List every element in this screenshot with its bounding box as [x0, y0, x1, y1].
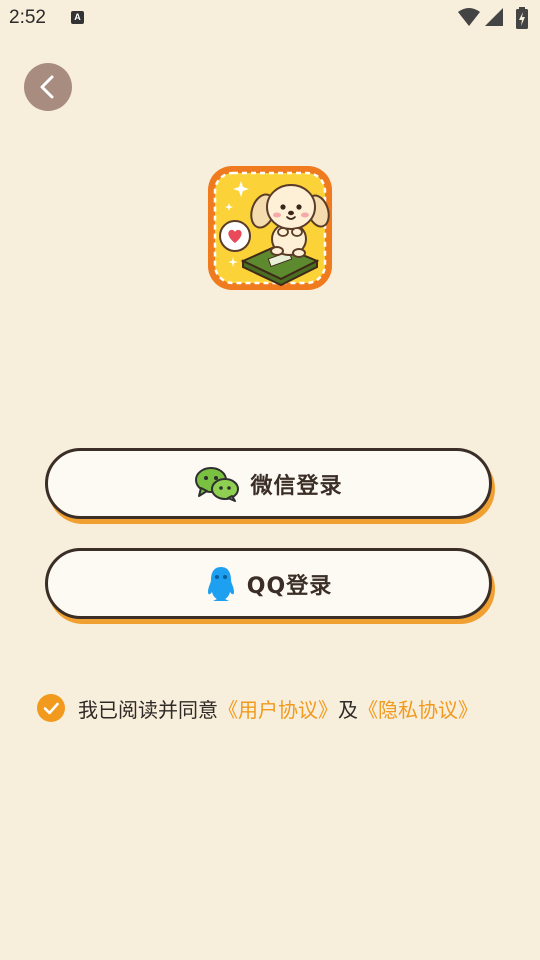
wechat-icon [195, 466, 240, 502]
agreement-conjunction: 及 [338, 697, 358, 722]
button-content: 微信登录 [45, 448, 492, 519]
status-time: 2:52 [9, 7, 46, 28]
agreement-prefix: 我已阅读并同意 [78, 697, 218, 722]
status-icons [458, 7, 530, 29]
wechat-login-button[interactable]: 微信登录 [45, 448, 495, 524]
agree-checkbox[interactable] [37, 694, 65, 722]
agreement-row: 我已阅读并同意 《用户协议》 及 《隐私协议》 [37, 692, 517, 724]
login-screen: 2:52 A 微信登录 QQ登录 我已阅读并同意 《用户协议》 及 《隐私协议》 [0, 0, 540, 960]
notification-app-icon: A [71, 11, 84, 24]
user-agreement-link[interactable]: 《用户协议》 [218, 694, 338, 723]
chevron-left-icon [40, 75, 54, 99]
checkmark-icon [43, 702, 59, 715]
privacy-policy-link[interactable]: 《隐私协议》 [358, 694, 478, 723]
battery-charging-icon [516, 7, 528, 29]
wifi-icon [458, 8, 480, 26]
wechat-login-label: 微信登录 [250, 473, 343, 499]
button-content: QQ登录 [45, 548, 492, 619]
cellular-signal-icon [485, 8, 503, 26]
qq-login-button[interactable]: QQ登录 [45, 548, 495, 624]
status-bar: 2:52 A [0, 0, 540, 36]
back-button[interactable] [24, 63, 72, 111]
app-logo [208, 166, 332, 290]
qq-penguin-icon [207, 566, 234, 601]
qq-login-label: QQ登录 [246, 573, 333, 599]
